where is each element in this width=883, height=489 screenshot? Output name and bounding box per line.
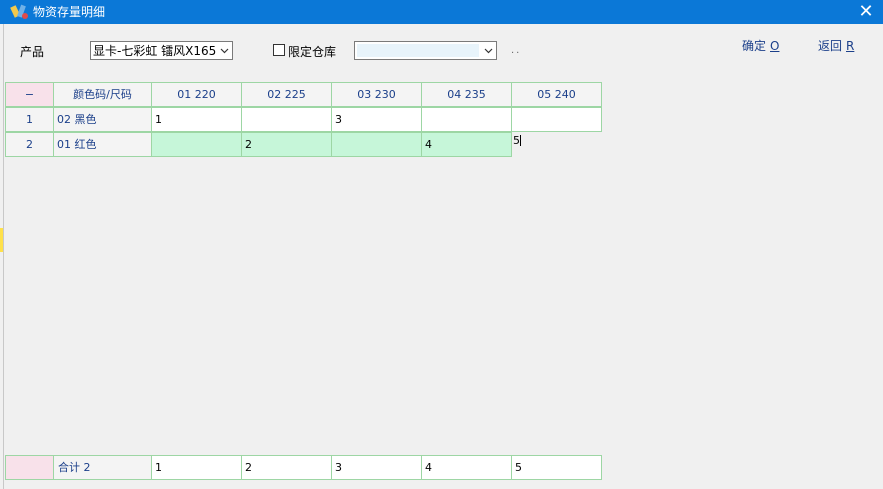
grid-cell[interactable]: [331, 132, 422, 157]
grid-cell[interactable]: 1: [151, 107, 242, 132]
footer-total: 3: [331, 455, 422, 480]
row-name: 02 黑色: [53, 107, 152, 132]
active-cell-editor[interactable]: 5: [513, 134, 527, 148]
title-bar: 物资存量明细 ✕: [0, 0, 883, 24]
window-title: 物资存量明细: [33, 5, 106, 19]
footer-total: 4: [421, 455, 512, 480]
footer-total: 2: [241, 455, 332, 480]
grid-cell[interactable]: [421, 107, 512, 132]
row-index[interactable]: 1: [5, 107, 54, 132]
row-name: 01 红色: [53, 132, 152, 157]
active-cell-value: 5: [513, 134, 520, 147]
grid-cell[interactable]: [151, 132, 242, 157]
chevron-down-icon[interactable]: [219, 45, 230, 56]
footer-label: 合计 2: [53, 455, 152, 480]
product-select-value: 显卡-七彩虹 镭风X1650: [93, 44, 217, 58]
left-edge-strip: [0, 24, 4, 489]
row-index[interactable]: 2: [5, 132, 54, 157]
product-label: 产品: [20, 45, 45, 59]
column-header[interactable]: 01 220: [151, 82, 242, 107]
confirm-label: 确定: [742, 39, 767, 53]
chevron-down-icon[interactable]: [483, 45, 494, 56]
column-header[interactable]: 04 235: [421, 82, 512, 107]
product-select[interactable]: 显卡-七彩虹 镭风X1650: [90, 41, 233, 60]
grid-cell[interactable]: 4: [421, 132, 512, 157]
more-button[interactable]: ..: [511, 45, 521, 56]
footer-corner: [5, 455, 54, 480]
confirm-shortcut-key: O: [770, 39, 780, 53]
warehouse-select-value: [357, 44, 479, 57]
grid-cell[interactable]: 2: [241, 132, 332, 157]
grid-cell[interactable]: [241, 107, 332, 132]
column-header[interactable]: 02 225: [241, 82, 332, 107]
column-header[interactable]: 03 230: [331, 82, 422, 107]
grid-cell[interactable]: 3: [331, 107, 422, 132]
column-header[interactable]: 05 240: [511, 82, 602, 107]
app-icon: [10, 4, 28, 19]
left-edge-highlight: [0, 228, 3, 252]
close-icon[interactable]: ✕: [849, 0, 883, 24]
footer-total: 1: [151, 455, 242, 480]
checkbox-icon[interactable]: [273, 44, 285, 56]
grid-header-label: 颜色码/尺码: [53, 82, 152, 107]
warehouse-select[interactable]: [354, 41, 497, 60]
grid-cell[interactable]: [511, 107, 602, 132]
return-label: 返回: [818, 39, 843, 53]
return-button[interactable]: 返回 R: [818, 37, 854, 54]
return-shortcut-key: R: [846, 39, 855, 53]
footer-total: 5: [511, 455, 602, 480]
limit-warehouse-label: 限定仓库: [288, 45, 337, 59]
text-caret: [520, 135, 521, 146]
grid-corner[interactable]: −: [5, 82, 54, 107]
confirm-button[interactable]: 确定 O: [742, 37, 779, 54]
